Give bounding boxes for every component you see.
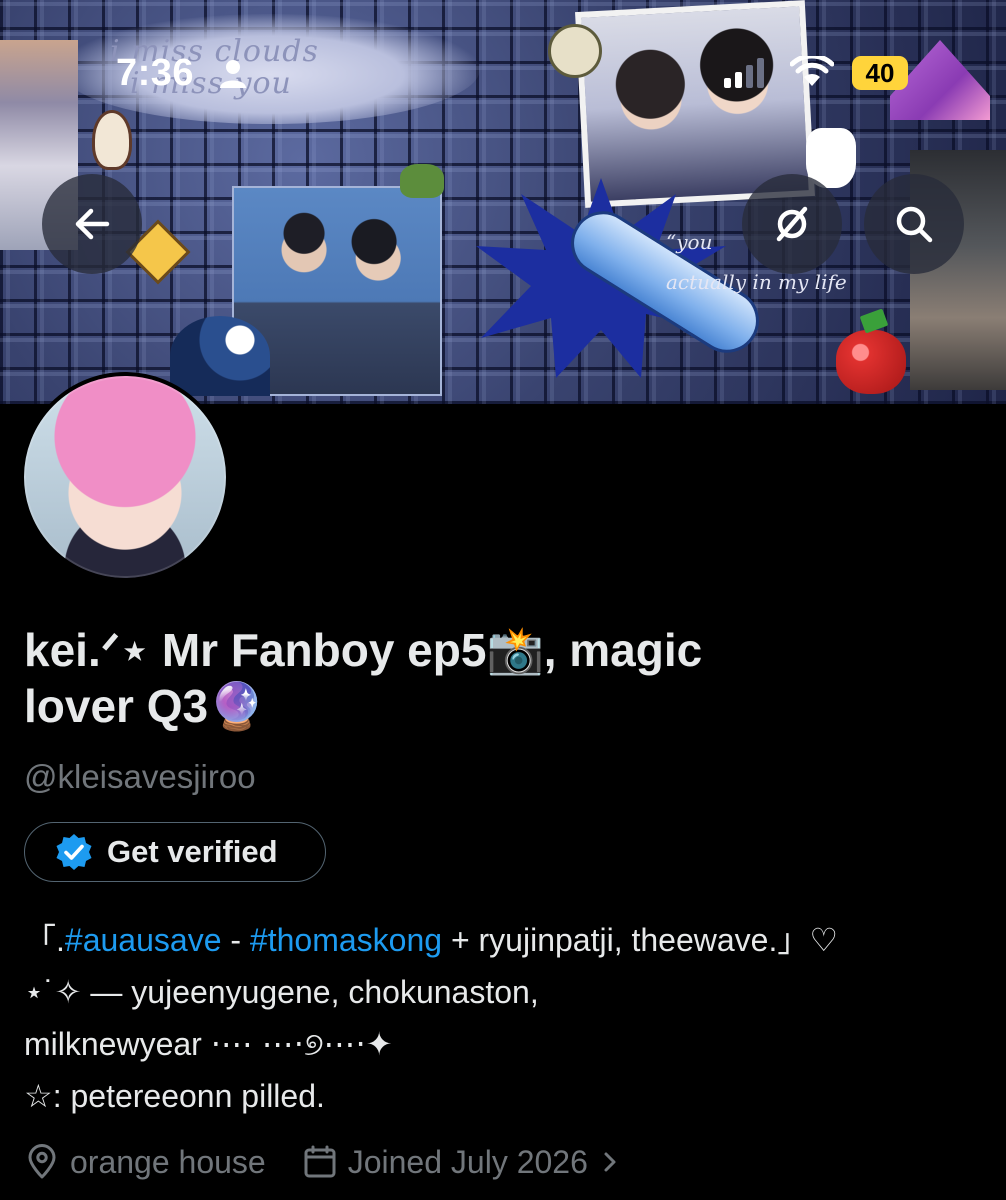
chevron-right-icon [604, 1152, 616, 1172]
bio-line-1: 「.#auausave - #thomaskong + ryujinpatji,… [24, 922, 839, 958]
display-name: kei.ᐟ⋆ Mr Fanboy ep5📸, magic lover Q3🔮 [24, 624, 703, 732]
get-verified-button[interactable]: Get verified [24, 822, 326, 882]
frog-sticker [400, 164, 444, 198]
joined-text: Joined July 2026 [347, 1143, 588, 1180]
back-button[interactable] [42, 174, 142, 274]
hashtag-link[interactable]: #auausave [65, 922, 222, 958]
lantern-sticker [92, 110, 132, 170]
calendar-icon [304, 1145, 336, 1178]
mute-toggle-button[interactable] [742, 174, 842, 274]
get-verified-label: Get verified [107, 834, 278, 869]
location-item: orange house [24, 1144, 266, 1181]
status-time: 7:36 [116, 52, 195, 94]
location-pin-icon [28, 1144, 56, 1179]
search-icon [896, 206, 933, 243]
profile-meta: orange house Joined July 2026 [24, 1138, 668, 1186]
location-text: orange house [70, 1143, 266, 1180]
bio-line-3: milknewyear ⋅⋯ ⋯⋅୭⋯⋅✦ [24, 1026, 393, 1062]
person-icon [220, 60, 246, 88]
profile-avatar[interactable] [20, 372, 230, 582]
search-button[interactable] [864, 174, 964, 274]
profile-bio: 「.#auausave - #thomaskong + ryujinpatji,… [24, 914, 994, 1122]
wave-sticker [170, 316, 270, 396]
verified-badge-icon [56, 834, 92, 870]
wifi-icon [790, 56, 834, 86]
ghost-sticker [548, 24, 602, 78]
hashtag-link[interactable]: #thomaskong [250, 922, 442, 958]
arrow-left-icon [75, 208, 110, 240]
battery-indicator: 40 [852, 56, 908, 90]
cellular-signal-icon [724, 58, 764, 88]
joined-item[interactable]: Joined July 2026 [302, 1144, 632, 1181]
bio-line-2: ⋆˙✧ — yujeenyugene, chokunaston, [24, 974, 539, 1010]
bio-line-4: ☆: petereeonn pilled. [24, 1078, 325, 1114]
apple-sticker [836, 330, 906, 394]
eye-off-icon [776, 206, 808, 242]
username: @kleisavesjiroo [24, 758, 256, 795]
profile-screen: i miss clouds i miss you “you actually i… [0, 0, 1006, 1200]
